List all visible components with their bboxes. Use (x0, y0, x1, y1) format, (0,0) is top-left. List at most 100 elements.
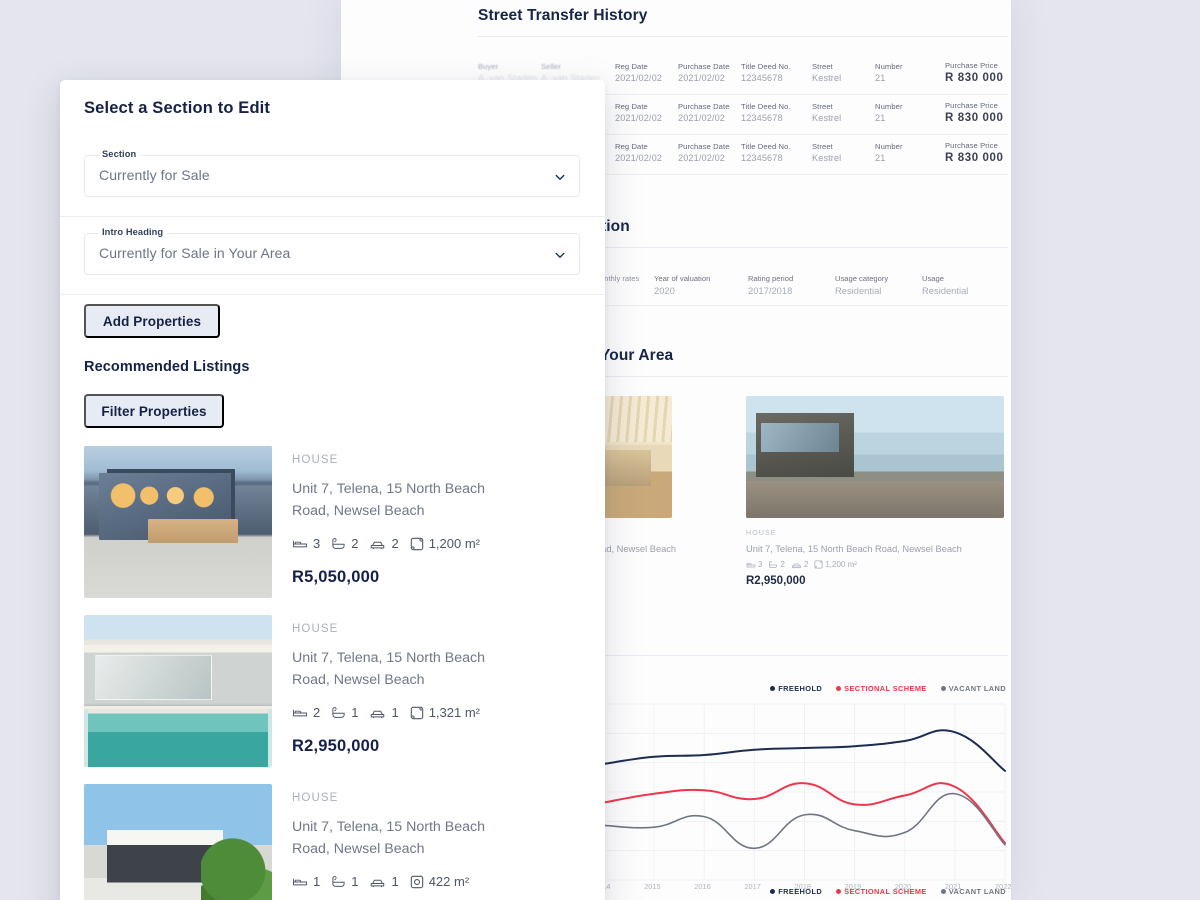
recommended-listings-heading: Recommended Listings (84, 359, 250, 375)
property-type: HOUSE (292, 792, 339, 804)
divider (603, 134, 1008, 135)
car-icon (371, 879, 385, 887)
property-price: R5,050,000 (292, 568, 380, 586)
divider (596, 305, 1008, 306)
property-photo (84, 446, 272, 598)
screen: Street Transfer History Buyer A. van Sta… (0, 0, 1200, 900)
intro-heading-select[interactable]: Intro Heading Currently for Sale in Your… (84, 227, 580, 275)
legend-dot (940, 686, 946, 691)
bath-spec: 1 (331, 705, 358, 720)
legend-item[interactable]: SECTIONAL SCHEME (836, 684, 927, 693)
intro-heading-label: Intro Heading (98, 227, 168, 237)
car-spec: 2 (369, 536, 399, 551)
add-properties-button[interactable]: Add Properties (84, 304, 220, 338)
buyer-column: Buyer A. van Staden (478, 62, 538, 83)
area-icon (410, 875, 423, 888)
legend-dot (770, 686, 776, 691)
chevron-down-icon[interactable] (554, 171, 566, 183)
property-specs: 3 2 2 1,200 m² (292, 536, 480, 551)
bed-spec: 2 (292, 705, 320, 720)
area-spec: 1,321 m² (410, 705, 480, 720)
car-icon (371, 541, 385, 549)
bath-icon (332, 876, 345, 887)
property-type: HOUSE (292, 623, 339, 635)
bed-icon (746, 562, 756, 567)
bed-spec: 3 (292, 536, 320, 551)
divider (603, 174, 1008, 175)
divider (60, 216, 605, 217)
legend-label: SECTIONAL SCHEME (844, 887, 927, 896)
edit-section-panel: Select a Section to Edit Section Current… (60, 80, 605, 900)
property-specs: 2 1 1 1,321 m² (292, 705, 480, 720)
legend-dot (836, 889, 842, 894)
divider (603, 94, 1008, 95)
property-photo (84, 784, 272, 900)
property-address: Unit 7, Telena, 15 North Beach Road, New… (292, 650, 485, 688)
property-type: HOUSE (292, 454, 339, 466)
chart-plot (603, 703, 1006, 881)
car-spec: 1 (369, 705, 399, 720)
legend-label: FREEHOLD (778, 684, 823, 693)
bath-icon (332, 538, 345, 549)
property-address: Unit 7, Telena, 15 North Beach Road, New… (292, 481, 485, 519)
car-icon (792, 563, 801, 568)
section-value: Currently for Sale (99, 167, 210, 183)
legend-dot (940, 889, 946, 894)
area-spec: 1,200 m² (814, 560, 857, 569)
bath-icon (332, 707, 345, 718)
intro-heading-value: Currently for Sale in Your Area (99, 245, 291, 261)
bath-spec: 1 (331, 874, 358, 889)
car-spec: 1 (369, 874, 399, 889)
property-address: Unit 7, Telena, 15 North Beach Road, New… (292, 819, 485, 857)
section-label: Section (98, 149, 141, 159)
bath-spec: 2 (768, 560, 785, 569)
chart-legend-top: FREEHOLD SECTIONAL SCHEME VACANT LAND (770, 684, 1006, 693)
chevron-down-icon[interactable] (554, 249, 566, 261)
seller-column: Seller A. van Staden (541, 62, 601, 83)
property-photo (596, 396, 672, 518)
legend-item[interactable]: FREEHOLD (770, 887, 822, 896)
property-price: R2,950,000 (292, 737, 380, 755)
property-photo (746, 396, 1004, 518)
property-specs: 1 1 1 422 m² (292, 874, 469, 889)
divider (596, 247, 1008, 248)
divider (596, 655, 1008, 656)
transfer-history-title: Street Transfer History (478, 7, 648, 24)
bed-spec: 3 (746, 560, 762, 569)
area-icon (410, 537, 423, 550)
legend-label: VACANT LAND (948, 684, 1006, 693)
transfer-trends-chart: FREEHOLDSECTIONAL SCHEMEVACANT LAND 2014… (594, 668, 1011, 900)
divider (596, 376, 1008, 377)
property-specs: 3 2 2 1,200 m² (746, 560, 857, 569)
legend-label: SECTIONAL SCHEME (844, 684, 927, 693)
car-icon (371, 710, 385, 718)
bed-icon (292, 878, 308, 885)
panel-title: Select a Section to Edit (84, 99, 271, 117)
bath-icon (769, 561, 778, 568)
bed-spec: 1 (292, 874, 320, 889)
property-photo (84, 615, 272, 767)
legend-dot (836, 686, 842, 691)
legend-label: VACANT LAND (948, 887, 1006, 896)
legend-label: FREEHOLD (778, 887, 823, 896)
bed-icon (292, 540, 308, 547)
section-select[interactable]: Section Currently for Sale (84, 149, 580, 197)
valuation-title: tion (601, 218, 630, 235)
car-spec: 2 (791, 560, 808, 569)
x-tick-label: 2017 (744, 882, 761, 891)
chart-legend-bottom: FREEHOLD SECTIONAL SCHEME VACANT LAND (770, 887, 1006, 896)
area-icon (814, 560, 823, 569)
legend-item[interactable]: VACANT LAND (940, 887, 1006, 896)
legend-item[interactable]: FREEHOLD (770, 684, 822, 693)
divider (478, 36, 1008, 37)
area-spec: 422 m² (410, 874, 469, 889)
area-spec: 1,200 m² (410, 536, 480, 551)
bath-spec: 2 (331, 536, 358, 551)
legend-item[interactable]: VACANT LAND (940, 684, 1006, 693)
legend-item[interactable]: SECTIONAL SCHEME (836, 887, 927, 896)
your-area-title: Your Area (600, 347, 674, 364)
x-tick-label: 2016 (694, 882, 711, 891)
filter-properties-button[interactable]: Filter Properties (84, 394, 224, 428)
legend-dot (770, 889, 776, 894)
area-icon (410, 706, 423, 719)
